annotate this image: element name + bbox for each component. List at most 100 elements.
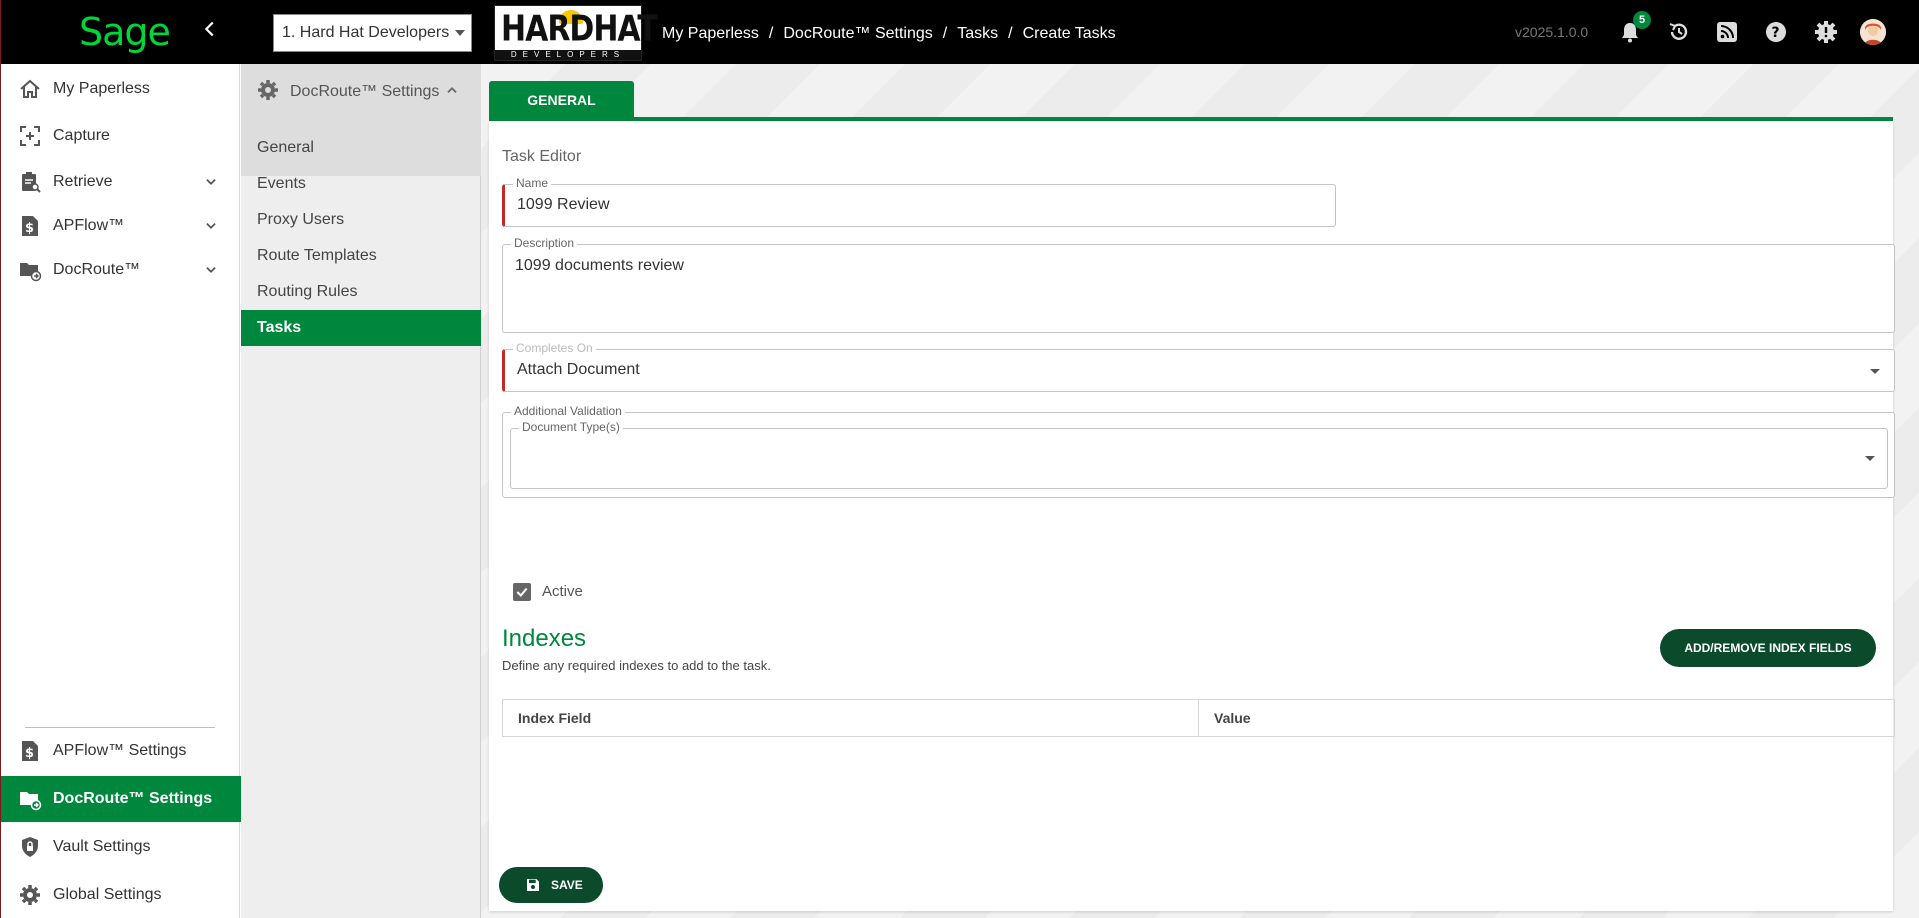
sidebar-item-global-settings[interactable]: Global Settings [1,872,241,918]
subpanel-item-routing-rules[interactable]: Routing Rules [241,274,481,310]
breadcrumb: My Paperless / DocRoute™ Settings / Task… [662,0,1116,68]
shield-lock-icon [17,834,43,860]
name-field-label: Name [513,176,552,190]
description-field-label: Description [511,236,578,250]
sidebar-item-vault-settings[interactable]: Vault Settings [1,824,241,870]
sidebar-item-apflow-settings[interactable]: $ APFlow™ Settings [1,728,241,774]
alert-gear-icon[interactable] [1812,18,1840,46]
history-icon[interactable] [1665,18,1693,46]
sidebar-item-apflow[interactable]: $ APFlow™ [1,203,241,249]
indexes-table: Index Field Value [502,699,1895,737]
sidebar-item-docroute-settings[interactable]: DocRoute™ Settings [1,776,241,822]
gear-icon [256,78,280,107]
main-sidebar: Sage My Paperless Capture Retrieve $ APF… [0,0,241,918]
completes-on-label: Completes On [513,341,596,355]
rss-icon[interactable] [1713,18,1741,46]
subpanel-item-general[interactable]: General [241,130,481,166]
subpanel-item-route-templates[interactable]: Route Templates [241,238,481,274]
company-select-value: 1. Hard Hat Developers [282,24,450,41]
caret-down-icon [1870,369,1880,374]
notification-badge: 5 [1633,11,1651,29]
chevron-up-icon[interactable] [445,83,459,102]
capture-icon [17,123,43,149]
app-version: v2025.1.0.0 [1515,24,1589,40]
clipboard-search-icon [17,169,43,195]
completes-on-value: Attach Document [517,361,640,378]
document-types-select[interactable]: Document Type(s) [510,420,1888,489]
company-logo-sub-text: DEVELOPERS [495,50,641,60]
completes-on-select[interactable]: Completes On Attach Document [502,341,1895,392]
sidebar-item-label: APFlow™ Settings [53,742,187,759]
breadcrumb-separator: / [942,25,948,42]
save-button-label: SAVE [551,878,583,892]
settings-subpanel: DocRoute™ Settings General Events Proxy … [241,64,481,918]
sidebar-item-label: Retrieve [53,173,113,190]
dollar-doc-icon: $ [17,738,43,764]
add-remove-index-fields-button[interactable]: ADD/REMOVE INDEX FIELDS [1660,629,1876,667]
top-bar: 1. Hard Hat Developers HARDHAT DEVELOPER… [240,0,1919,64]
main-content: GENERAL Task Editor Name 1099 Review Des… [481,64,1919,918]
description-field-value: 1099 documents review [515,257,684,274]
folder-route-icon [17,786,43,812]
folder-route-icon [17,257,43,283]
document-types-label: Document Type(s) [519,420,623,434]
floppy-disk-icon [525,877,541,893]
sidebar-logo-bar: Sage [1,0,241,64]
dollar-doc-icon: $ [17,213,43,239]
additional-validation-group: Additional Validation Document Type(s) [502,404,1895,498]
subpanel-item-proxy-users[interactable]: Proxy Users [241,202,481,238]
active-checkbox-label: Active [542,583,583,600]
help-icon[interactable]: ? [1762,18,1790,46]
additional-validation-label: Additional Validation [511,404,625,418]
sidebar-item-label: APFlow™ [53,217,125,234]
active-checkbox[interactable] [513,583,531,601]
subpanel-title[interactable]: DocRoute™ Settings [256,78,459,106]
sidebar-item-label: Capture [53,127,110,144]
sidebar-item-docroute[interactable]: DocRoute™ [1,247,241,293]
breadcrumb-docroute-settings[interactable]: DocRoute™ Settings [783,25,932,43]
company-logo: HARDHAT DEVELOPERS [494,5,658,61]
indexes-title: Indexes [502,625,587,652]
chevron-down-icon[interactable] [201,172,221,192]
sidebar-item-label: DocRoute™ [53,261,141,278]
tab-general[interactable]: GENERAL [489,81,634,119]
column-header-value[interactable]: Value [1199,700,1251,736]
description-field[interactable]: Description 1099 documents review [502,236,1895,333]
chevron-down-icon[interactable] [201,260,221,280]
column-header-index-field[interactable]: Index Field [503,700,1199,736]
svg-text:$: $ [25,746,34,761]
task-editor-card: Task Editor Name 1099 Review Description… [489,121,1895,911]
sage-logo: Sage [79,10,171,54]
sidebar-item-label: Global Settings [53,886,162,903]
breadcrumb-my-paperless[interactable]: My Paperless [662,25,759,43]
subpanel-item-tasks[interactable]: Tasks [241,310,481,346]
name-field-value: 1099 Review [517,196,610,213]
sidebar-item-my-paperless[interactable]: My Paperless [1,66,241,112]
home-icon [17,76,43,102]
subpanel-item-events[interactable]: Events [241,166,481,202]
save-button[interactable]: SAVE [499,867,603,903]
name-field[interactable]: Name 1099 Review [502,176,1336,227]
company-logo-main-text: HARDHAT [501,8,658,50]
sidebar-item-label: Vault Settings [53,838,151,855]
caret-down-icon [1865,456,1875,461]
sidebar-item-retrieve[interactable]: Retrieve [1,159,241,205]
chevron-left-icon[interactable] [196,18,224,46]
chevron-down-icon[interactable] [201,216,221,236]
user-avatar-icon[interactable] [1860,19,1886,45]
sidebar-item-capture[interactable]: Capture [1,113,241,159]
indexes-description: Define any required indexes to add to th… [502,658,771,673]
svg-text:?: ? [1772,25,1780,41]
caret-down-icon [455,30,465,36]
subpanel-title-label: DocRoute™ Settings [290,83,440,100]
gear-icon [17,882,43,908]
company-select[interactable]: 1. Hard Hat Developers [273,14,472,52]
breadcrumb-create-tasks: Create Tasks [1022,25,1116,42]
breadcrumb-tasks[interactable]: Tasks [957,25,998,43]
svg-text:$: $ [25,221,34,236]
sidebar-item-label: DocRoute™ Settings [53,790,213,807]
sidebar-item-label: My Paperless [53,80,150,97]
breadcrumb-separator: / [1008,25,1013,42]
breadcrumb-separator: / [768,25,774,42]
section-label: Task Editor [502,148,582,165]
